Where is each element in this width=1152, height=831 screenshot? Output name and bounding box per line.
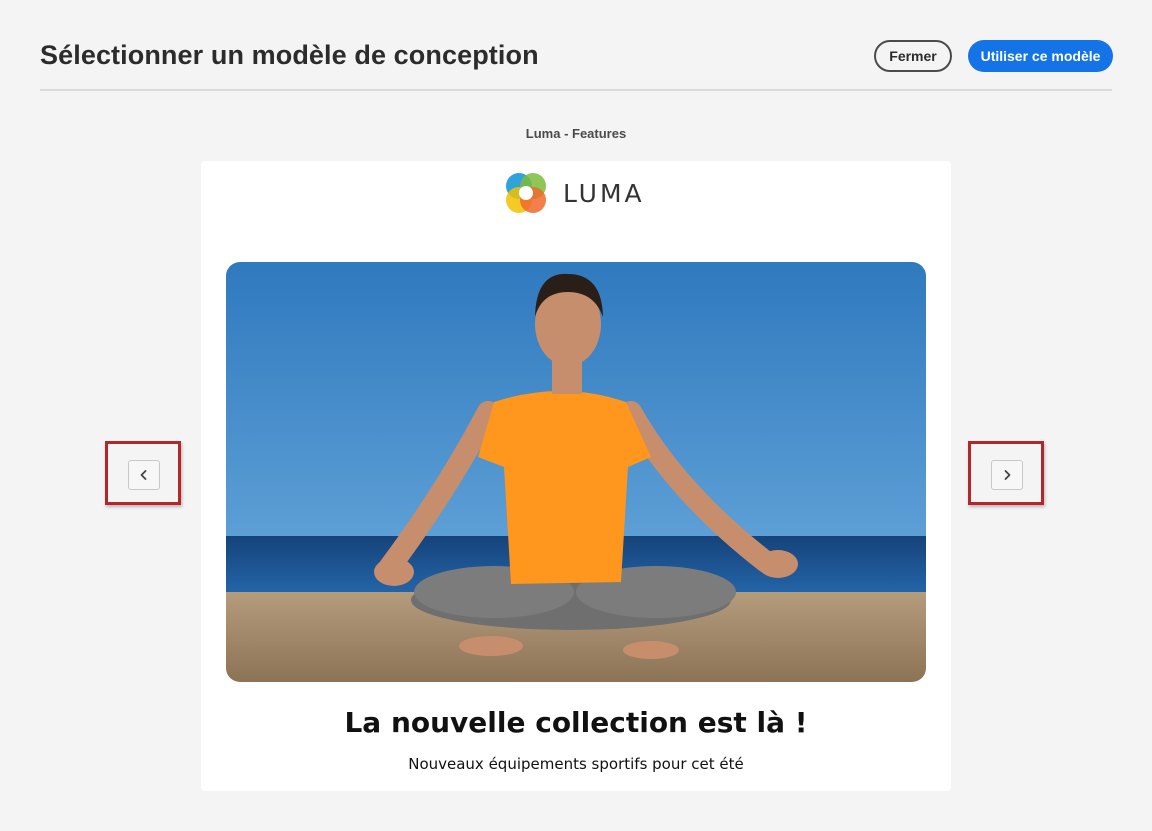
next-highlight-frame	[968, 441, 1044, 505]
close-button[interactable]: Fermer	[874, 40, 952, 72]
chevron-right-icon	[1004, 470, 1011, 480]
template-name: Luma - Features	[525, 126, 627, 141]
previous-template-button[interactable]	[128, 460, 160, 490]
chevron-left-icon	[140, 470, 147, 480]
preview-subheading: Nouveaux équipements sportifs pour cet é…	[408, 755, 744, 773]
luma-logo-icon	[506, 173, 546, 213]
hero-image	[226, 262, 926, 682]
prev-highlight-frame	[105, 441, 181, 505]
dialog-header: Sélectionner un modèle de conception	[40, 0, 1112, 91]
template-selection-dialog: Sélectionner un modèle de conception Fer…	[0, 0, 1152, 831]
template-preview: LUMA La nouvelle collection est là ! Nou…	[201, 161, 951, 791]
use-template-button[interactable]: Utiliser ce modèle	[968, 40, 1113, 72]
luma-logo: LUMA	[503, 169, 645, 217]
preview-heading: La nouvelle collection est là !	[344, 706, 808, 739]
meditation-photo	[226, 262, 926, 682]
dialog-title: Sélectionner un modèle de conception	[40, 40, 539, 70]
next-template-button[interactable]	[991, 460, 1023, 490]
logo-text: LUMA	[563, 178, 645, 208]
